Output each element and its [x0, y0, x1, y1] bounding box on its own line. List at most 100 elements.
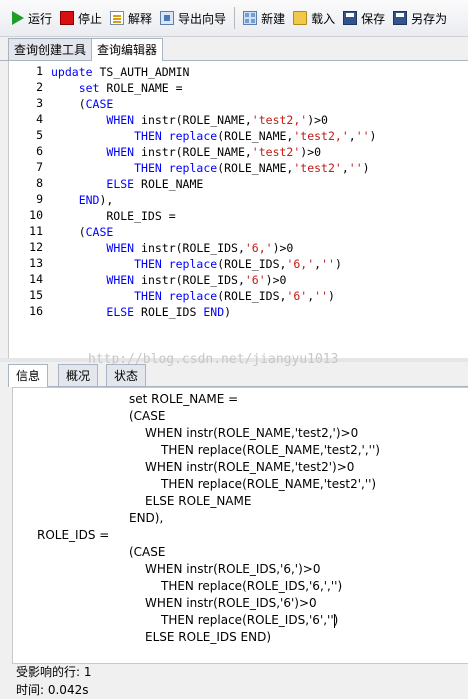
export-icon [160, 11, 175, 25]
code-line: ELSE ROLE_NAME [51, 176, 203, 192]
sql-token: ), [99, 193, 114, 207]
sql-token: ( [51, 97, 86, 111]
save-as-button[interactable]: 另存为 [389, 4, 451, 32]
message-line: THEN replace(ROLE_NAME,'test2','') [161, 477, 377, 491]
message-line: THEN replace(ROLE_IDS,'6,','') [161, 579, 343, 593]
toolbar: 运行 停止 解释 导出向导 新建 载入 保存 另存为 [0, 0, 468, 37]
tab-status[interactable]: 状态 [106, 364, 147, 386]
code-line: THEN replace(ROLE_IDS,'6,','') [51, 256, 342, 272]
sql-token: (ROLE_NAME, [217, 161, 294, 175]
sql-token: (ROLE_IDS, [217, 257, 287, 271]
save-as-label: 另存为 [411, 11, 448, 26]
stop-button[interactable]: 停止 [56, 4, 106, 32]
message-line: ELSE ROLE_IDS END) [145, 630, 272, 644]
sql-token: ROLE_IDS = [51, 209, 176, 223]
folder-icon [293, 11, 308, 25]
tab-query-editor-label: 查询编辑器 [97, 43, 158, 57]
text-caret [334, 614, 335, 628]
message-line: WHEN instr(ROLE_IDS,'6,')>0 [145, 562, 321, 576]
line-number: 3 [36, 96, 43, 110]
code-line: END), [51, 192, 114, 208]
line-number: 1 [36, 64, 43, 78]
sql-string: '' [355, 129, 370, 143]
code-line: WHEN instr(ROLE_NAME,'test2,')>0 [51, 112, 328, 128]
line-number: 4 [36, 112, 43, 126]
sql-token: )>0 [265, 273, 287, 287]
tab-overview[interactable]: 概况 [58, 364, 99, 386]
line-number: 15 [29, 288, 43, 302]
tab-query-builder[interactable]: 查询创建工具 [8, 38, 93, 60]
sql-string: '6,' [286, 257, 315, 271]
sql-editor[interactable]: 1 2 3 4 5 6 7 8 9 10 11 12 13 14 15 16 update TS_AUTH_A… [8, 61, 468, 358]
tab-info-label: 信息 [16, 369, 41, 383]
sql-token: )>0 [300, 145, 322, 159]
sql-token: (ROLE_NAME, [217, 129, 294, 143]
result-tabs: 信息 概况 状态 [8, 362, 468, 387]
save-button[interactable]: 保存 [339, 4, 389, 32]
load-button[interactable]: 载入 [289, 4, 339, 32]
tab-query-editor[interactable]: 查询编辑器 [91, 38, 164, 61]
save-as-icon [393, 11, 408, 25]
code-line: ELSE ROLE_IDS END) [51, 304, 231, 320]
explain-button[interactable]: 解释 [106, 4, 156, 32]
sql-token: instr(ROLE_IDS, [134, 273, 245, 287]
toolbar-separator [234, 7, 236, 29]
line-number: 14 [29, 272, 43, 286]
line-number: 12 [29, 240, 43, 254]
code-line: ROLE_IDS = [51, 208, 176, 224]
message-panel[interactable]: set ROLE_NAME = (CASE WHEN instr(ROLE_NAME… [12, 387, 468, 664]
save-icon [343, 11, 358, 25]
sql-string: '6' [286, 289, 308, 303]
line-number: 7 [36, 160, 43, 174]
sql-keyword: ELSE [106, 305, 135, 319]
play-icon [12, 11, 24, 25]
sql-token: instr(ROLE_IDS, [134, 241, 245, 255]
message-line: END), [129, 511, 164, 525]
sql-token: ) [362, 161, 370, 175]
sql-keyword: CASE [85, 97, 114, 111]
message-line: WHEN instr(ROLE_NAME,'test2')>0 [145, 460, 355, 474]
sql-string: '' [314, 289, 329, 303]
tab-query-builder-label: 查询创建工具 [14, 43, 87, 57]
explain-label: 解释 [128, 11, 153, 26]
editor-tabs: 查询创建工具 查询编辑器 [0, 36, 468, 61]
sql-string: 'test2,' [293, 129, 349, 143]
export-wizard-button[interactable]: 导出向导 [156, 4, 230, 32]
sql-token: ROLE_NAME = [99, 81, 183, 95]
run-button[interactable]: 运行 [8, 4, 56, 32]
code-line: WHEN instr(ROLE_IDS,'6')>0 [51, 272, 286, 288]
sql-keyword: set [78, 81, 100, 95]
sql-keyword: ELSE [106, 177, 135, 191]
sql-string: '' [348, 161, 363, 175]
line-number-gutter: 1 2 3 4 5 6 7 8 9 10 11 12 13 14 15 16 [9, 61, 43, 358]
message-line: ROLE_IDS = [37, 528, 110, 542]
new-label: 新建 [261, 11, 286, 26]
tab-info[interactable]: 信息 [8, 364, 49, 387]
line-number: 2 [36, 80, 43, 94]
line-number: 8 [36, 176, 43, 190]
stop-label: 停止 [78, 11, 103, 26]
message-line: set ROLE_NAME = [129, 392, 239, 406]
stop-icon [60, 11, 75, 25]
sql-token: )>0 [272, 241, 294, 255]
new-button[interactable]: 新建 [239, 4, 289, 32]
message-line: THEN replace(ROLE_NAME,'test2,','') [161, 443, 380, 457]
sql-keyword: END [203, 305, 225, 319]
code-line: THEN replace(ROLE_NAME,'test2,','') [51, 128, 376, 144]
message-line: ELSE ROLE_NAME [145, 494, 252, 508]
message-line: (CASE [129, 545, 166, 559]
export-wizard-label: 导出向导 [178, 11, 227, 26]
sql-token: ) [369, 129, 377, 143]
sql-keyword: WHEN [106, 145, 135, 159]
line-number: 9 [36, 192, 43, 206]
save-label: 保存 [361, 11, 386, 26]
sql-token: , [341, 161, 349, 175]
